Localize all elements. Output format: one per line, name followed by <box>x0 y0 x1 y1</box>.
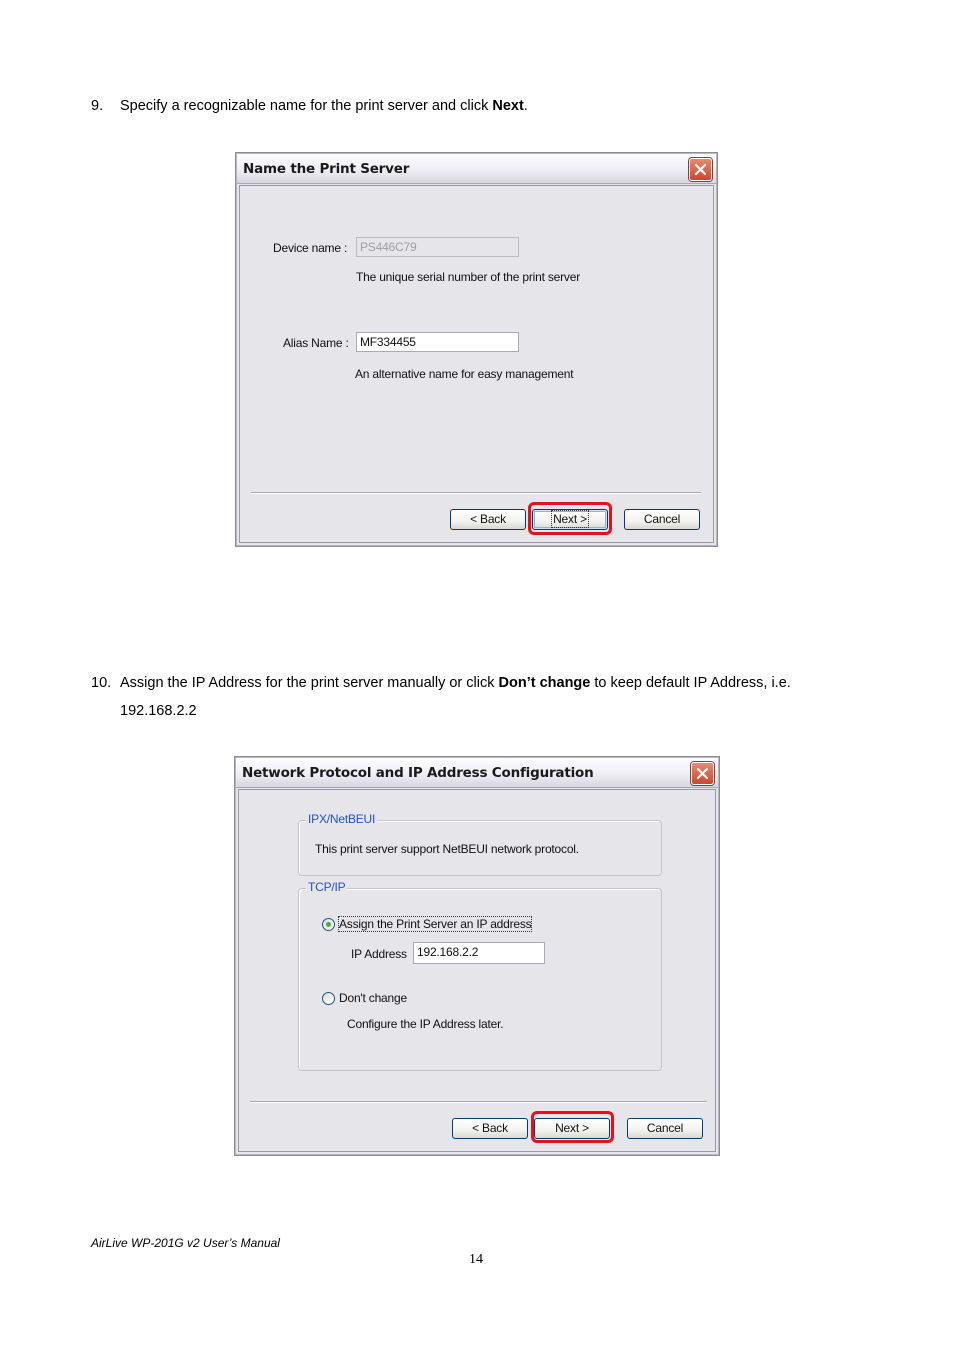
dialog-body: IPX/NetBEUI This print server support Ne… <box>238 789 716 1152</box>
cancel-button[interactable]: Cancel <box>627 1118 703 1139</box>
title-bar: Network Protocol and IP Address Configur… <box>236 758 718 788</box>
assign-ip-radio-label[interactable]: Assign the Print Server an IP address <box>337 916 533 932</box>
step-text: Specify a recognizable name for the prin… <box>120 98 493 114</box>
ip-address-input[interactable]: 192.168.2.2 <box>413 942 545 964</box>
close-button[interactable] <box>689 158 712 181</box>
dialog-title: Name the Print Server <box>243 161 410 177</box>
close-button[interactable] <box>691 762 714 785</box>
step-bold-text: Don’t change <box>498 675 591 691</box>
close-icon <box>694 163 707 176</box>
title-bar: Name the Print Server <box>237 154 716 184</box>
manual-title-footer: AirLive WP-201G v2 User’s Manual <box>91 1236 280 1250</box>
step-10-instruction: 10. Assign the IP Address for the print … <box>91 669 891 725</box>
step-bold-text: Next <box>492 98 524 114</box>
back-button[interactable]: < Back <box>452 1118 528 1139</box>
page-number: 14 <box>469 1252 483 1267</box>
close-icon <box>696 767 709 780</box>
divider <box>250 1101 707 1103</box>
network-protocol-dialog: Network Protocol and IP Address Configur… <box>234 756 720 1156</box>
step-number: 10. <box>91 675 112 691</box>
cancel-button[interactable]: Cancel <box>624 509 700 530</box>
tcpip-group: TCP/IP Assign the Print Server an IP add… <box>298 880 662 1071</box>
next-button-highlight <box>528 502 612 535</box>
step-text: Assign the IP Address for the print serv… <box>120 675 499 691</box>
dialog-title: Network Protocol and IP Address Configur… <box>242 765 594 781</box>
step-number: 9. <box>91 98 104 114</box>
name-print-server-dialog: Name the Print Server Device name : PS44… <box>235 152 718 547</box>
dont-change-radio[interactable] <box>322 992 335 1005</box>
netbeui-info-text: This print server support NetBEUI networ… <box>315 842 579 856</box>
back-button[interactable]: < Back <box>450 509 526 530</box>
dont-change-hint: Configure the IP Address later. <box>347 1017 504 1031</box>
group-title: TCP/IP <box>306 880 348 894</box>
dialog-body: Device name : PS446C79 The unique serial… <box>239 185 714 543</box>
alias-name-hint: An alternative name for easy management <box>355 367 574 381</box>
group-title: IPX/NetBEUI <box>306 812 378 826</box>
divider <box>251 492 701 494</box>
step-9-instruction: 9. Specify a recognizable name for the p… <box>91 92 891 120</box>
alias-name-input[interactable]: MF334455 <box>356 332 519 352</box>
ip-address-label: IP Address <box>351 947 407 961</box>
device-name-label: Device name : <box>273 241 348 255</box>
ipx-netbeui-group: IPX/NetBEUI This print server support Ne… <box>298 812 662 876</box>
alias-name-label: Alias Name : <box>283 336 349 350</box>
assign-ip-radio[interactable] <box>322 918 335 931</box>
device-name-field: PS446C79 <box>356 237 519 257</box>
device-name-hint: The unique serial number of the print se… <box>356 270 580 284</box>
next-button-highlight <box>531 1111 614 1143</box>
step-text-line2: 192.168.2.2 <box>120 703 197 719</box>
dont-change-radio-label[interactable]: Don't change <box>339 991 407 1005</box>
